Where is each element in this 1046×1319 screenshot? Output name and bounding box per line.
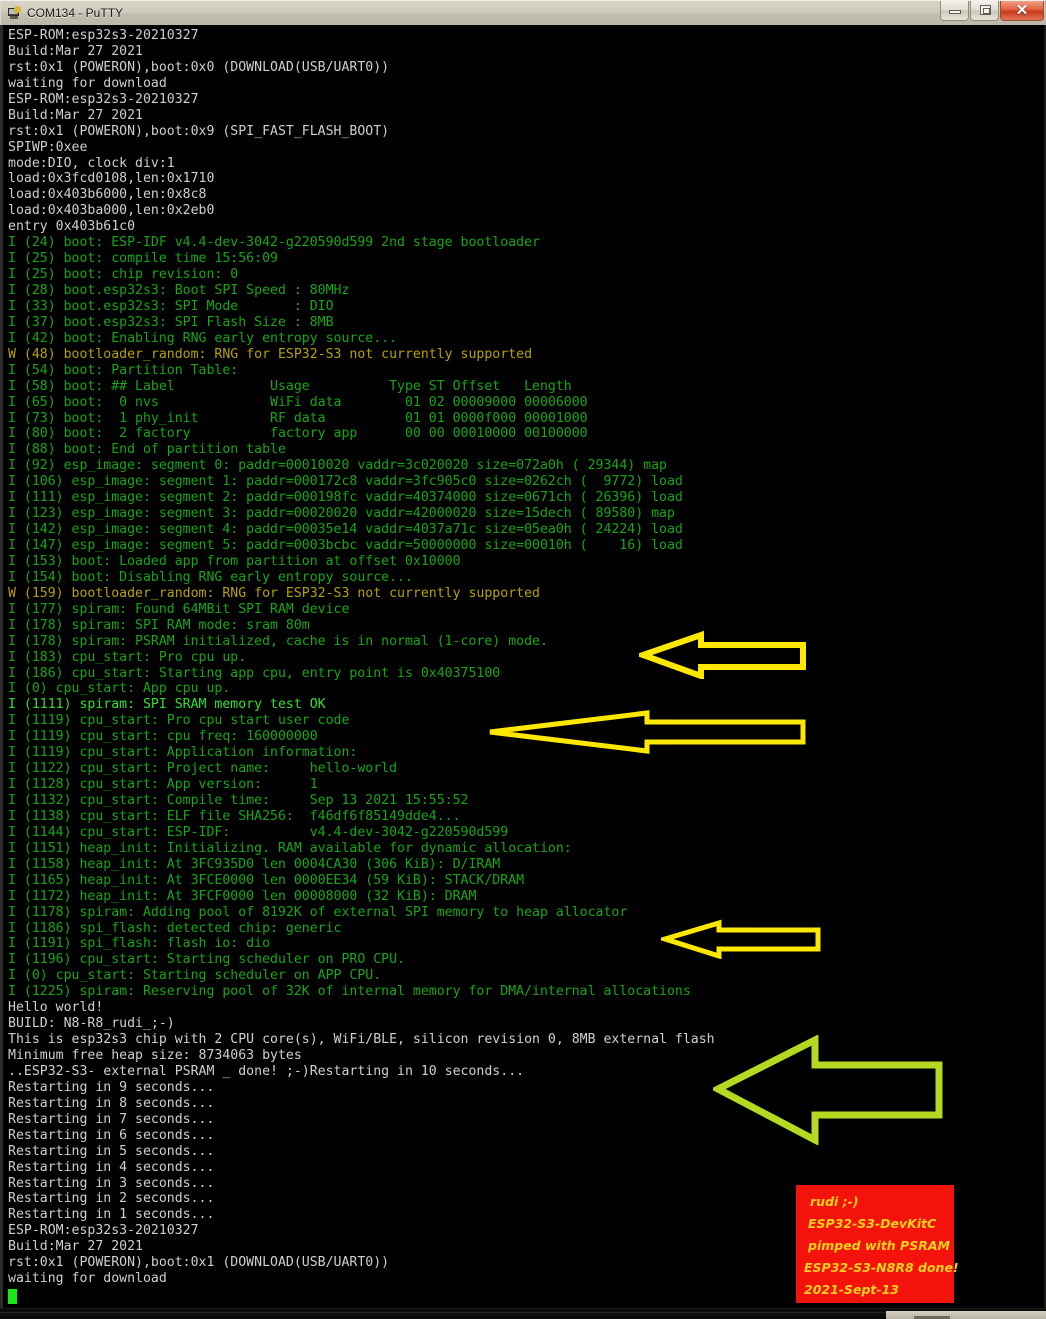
terminal-line: I (1132) cpu_start: Compile time: Sep 13…: [8, 793, 469, 808]
terminal-line: load:0x403ba000,len:0x2eb0: [8, 203, 215, 219]
terminal-line: I (33) boot.esp32s3: SPI Mode : DIO: [8, 298, 334, 314]
terminal-line: rst:0x1 (POWERON),boot:0x0 (DOWNLOAD(USB…: [8, 59, 390, 75]
terminal-line: Build:Mar 27 2021: [8, 107, 143, 123]
window-controls: ✕: [939, 1, 1044, 22]
terminal-line: SPIWP:0xee: [8, 139, 88, 155]
terminal-line: Build:Mar 27 2021: [8, 43, 143, 59]
terminal-line: I (1165) heap_init: At 3FCE0000 len 0000…: [8, 872, 525, 888]
terminal-line: I (1172) heap_init: At 3FCF0000 len 0000…: [8, 888, 477, 904]
terminal-line: I (1178) spiram: Adding pool of 8192K of…: [8, 904, 628, 920]
terminal-line: I (73) boot: 1 phy_init RF data 01 01 00…: [8, 410, 588, 426]
maximize-button[interactable]: [970, 1, 999, 21]
terminal-line: I (1138) cpu_start: ELF file SHA256: f46…: [8, 808, 461, 824]
terminal-line: I (28) boot.esp32s3: Boot SPI Speed : 80…: [8, 283, 350, 298]
terminal-line: Restarting in 5 seconds...: [8, 1143, 215, 1159]
minimize-icon: [949, 10, 961, 14]
window-title: COM134 - PuTTY: [27, 6, 124, 20]
red-sticky-note: rudi ;-) ESP32-S3-DevKitC pimped with PS…: [796, 1185, 959, 1303]
terminal-line: entry 0x403b61c0: [8, 219, 136, 235]
terminal-line: I (58) boot: ## Label Usage Type ST Offs…: [8, 378, 572, 394]
putty-window: COM134 - PuTTY ✕ ESP-ROM:esp32s3-2021032…: [0, 0, 1046, 1319]
terminal-line: I (123) esp_image: segment 3: paddr=0002…: [8, 506, 675, 522]
terminal-line: I (92) esp_image: segment 0: paddr=00010…: [8, 458, 667, 474]
terminal-line: I (1111) spiram: SPI SRAM memory test OK: [8, 697, 326, 713]
terminal-line: I (178) spiram: PSRAM initialized, cache…: [8, 633, 548, 649]
note-line-2: ESP32-S3-DevKitC: [808, 1216, 937, 1231]
terminal-line: I (24) boot: ESP-IDF v4.4-dev-3042-g2205…: [8, 235, 540, 251]
terminal-line: Restarting in 9 seconds...: [8, 1079, 215, 1095]
terminal-line: rst:0x1 (POWERON),boot:0x9 (SPI_FAST_FLA…: [8, 123, 390, 139]
putty-icon: [6, 5, 22, 21]
terminal-line: Restarting in 8 seconds...: [8, 1095, 215, 1111]
terminal-line: Restarting in 7 seconds...: [8, 1111, 215, 1127]
terminal-line: I (1128) cpu_start: App version: 1: [8, 777, 318, 793]
terminal-line: Restarting in 6 seconds...: [8, 1127, 215, 1143]
terminal-line: I (177) spiram: Found 64MBit SPI RAM dev…: [8, 601, 350, 617]
close-icon: ✕: [1015, 2, 1029, 19]
terminal-line: W (159) bootloader_random: RNG for ESP32…: [8, 585, 540, 601]
terminal-line: ..ESP32-S3- external PSRAM _ done! ;-)Re…: [8, 1063, 525, 1079]
terminal-line: I (1191) spi_flash: flash io: dio: [8, 936, 271, 952]
terminal-line: I (147) esp_image: segment 5: paddr=0003…: [8, 538, 683, 553]
terminal-line: Restarting in 4 seconds...: [8, 1159, 215, 1175]
terminal-line: I (1196) cpu_start: Starting scheduler o…: [8, 952, 405, 968]
terminal-line: This is esp32s3 chip with 2 CPU core(s),…: [8, 1032, 715, 1048]
terminal-line: I (106) esp_image: segment 1: paddr=0001…: [8, 474, 683, 490]
terminal-line: I (153) boot: Loaded app from partition …: [8, 553, 461, 569]
terminal-line: I (1225) spiram: Reserving pool of 32K o…: [8, 984, 691, 1000]
terminal-line: I (0) cpu_start: App cpu up.: [8, 681, 231, 697]
terminal-line: I (1158) heap_init: At 3FC935D0 len 0004…: [8, 856, 501, 872]
terminal-line: I (142) esp_image: segment 4: paddr=0003…: [8, 522, 683, 538]
terminal-line: BUILD: N8-R8_rudi_;-): [8, 1016, 175, 1032]
terminal-line: load:0x3fcd0108,len:0x1710: [8, 171, 215, 187]
terminal-line: I (42) boot: Enabling RNG early entropy …: [8, 330, 398, 346]
terminal-line: ESP-ROM:esp32s3-20210327: [8, 28, 199, 43]
terminal-lines-container: ESP-ROM:esp32s3-20210327 Build:Mar 27 202…: [3, 25, 1044, 1305]
taskbar-peek: [886, 1311, 1046, 1319]
terminal-line: I (0) cpu_start: Starting scheduler on A…: [8, 968, 382, 984]
maximize-icon: [980, 5, 991, 15]
note-line-4: ESP32-S3-N8R8 done!: [804, 1260, 959, 1275]
terminal-line: I (1144) cpu_start: ESP-IDF: v4.4-dev-30…: [8, 824, 509, 840]
terminal-line: I (186) cpu_start: Starting app cpu, ent…: [8, 665, 501, 681]
terminal-line: I (88) boot: End of partition table: [8, 442, 286, 458]
terminal-line: I (111) esp_image: segment 2: paddr=0001…: [8, 490, 683, 506]
terminal-line: I (154) boot: Disabling RNG early entrop…: [8, 569, 413, 585]
window-titlebar[interactable]: COM134 - PuTTY ✕: [0, 0, 1046, 25]
terminal-line: mode:DIO, clock div:1: [8, 155, 175, 171]
terminal-line: I (1119) cpu_start: cpu freq: 160000000: [8, 729, 318, 745]
window-bottom-edge: [0, 1308, 1046, 1319]
terminal-output[interactable]: ESP-ROM:esp32s3-20210327 Build:Mar 27 202…: [0, 25, 1046, 1319]
minimize-button[interactable]: [940, 1, 969, 21]
terminal-line: I (1119) cpu_start: Pro cpu start user c…: [8, 713, 350, 729]
note-line-1: rudi ;-): [810, 1194, 859, 1209]
terminal-line: I (80) boot: 2 factory factory app 00 00…: [8, 426, 588, 442]
terminal-line: I (1186) spi_flash: detected chip: gener…: [8, 920, 342, 936]
close-button[interactable]: ✕: [1000, 1, 1044, 21]
terminal-line: waiting for download: [8, 75, 167, 91]
note-line-5: 2021-Sept-13: [804, 1282, 899, 1297]
terminal-line: I (25) boot: chip revision: 0: [8, 267, 239, 283]
terminal-line: ESP-ROM:esp32s3-20210327: [8, 91, 199, 107]
terminal-line: W (48) bootloader_random: RNG for ESP32-…: [8, 346, 533, 362]
terminal-cursor: [8, 1289, 17, 1305]
terminal-line: I (37) boot.esp32s3: SPI Flash Size : 8M…: [8, 314, 334, 330]
terminal-line: I (178) spiram: SPI RAM mode: sram 80m: [8, 617, 310, 633]
terminal-line: Hello world!: [8, 1000, 104, 1016]
note-line-3: pimped with PSRAM: [808, 1238, 950, 1253]
terminal-line: I (54) boot: Partition Table:: [8, 362, 239, 378]
terminal-line: I (1151) heap_init: Initializing. RAM av…: [8, 840, 572, 856]
terminal-line: load:0x403b6000,len:0x8c8: [8, 187, 207, 203]
terminal-line: I (1122) cpu_start: Project name: hello-…: [8, 761, 398, 777]
terminal-line: I (65) boot: 0 nvs WiFi data 01 02 00009…: [8, 394, 588, 410]
terminal-line: I (25) boot: compile time 15:56:09: [8, 251, 278, 267]
terminal-line: Minimum free heap size: 8734063 bytes: [8, 1048, 302, 1063]
terminal-line: I (1119) cpu_start: Application informat…: [8, 745, 358, 761]
terminal-line: I (183) cpu_start: Pro cpu up.: [8, 649, 247, 665]
